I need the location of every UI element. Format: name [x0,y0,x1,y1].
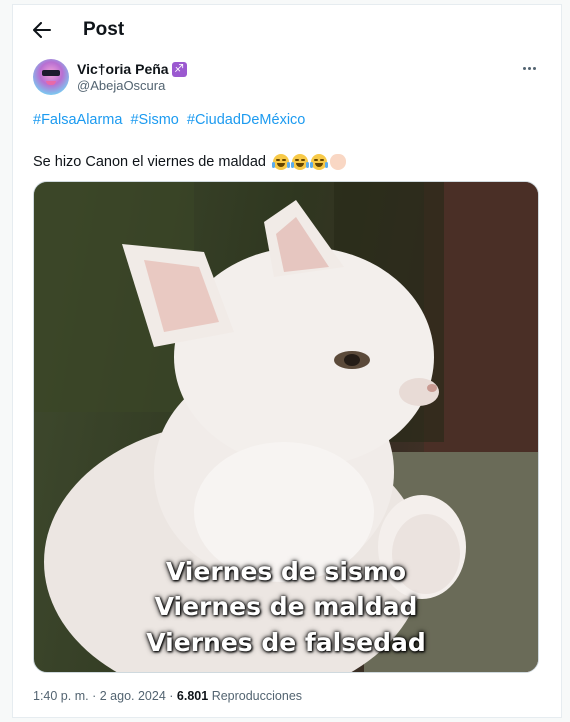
back-button[interactable] [29,17,55,43]
author-display-name[interactable]: Vic†oria Peña ♐ [77,61,187,78]
avatar-mouth [46,81,56,85]
author-name-text: Vic†oria Peña [77,61,169,77]
pinched-fingers-emoji-icon [329,154,346,170]
avatar-sunglasses [42,70,60,76]
post-meta: 1:40 p. m. · 2 ago. 2024 · 6.801 Reprodu… [33,688,302,704]
arrow-left-icon [33,22,51,38]
hashtag-link[interactable]: #FalsaAlarma [33,112,122,128]
meta-separator: · [92,689,97,703]
tears-of-joy-emoji-icon [271,154,290,170]
views-label: Reproducciones [211,689,303,703]
sagittarius-badge-icon: ♐ [171,62,187,77]
hashtag-link[interactable]: #Sismo [130,112,178,128]
meme-caption-line: Viernes de falsedad [146,628,426,657]
tears-of-joy-emoji-icon [290,154,309,170]
meme-caption-line: Viernes de sismo [165,557,407,586]
hashtag-line: #FalsaAlarma #Sismo #CiudadDeMéxico [33,110,309,130]
post-header: Post [13,5,561,55]
tweet-text: Se hizo Canon el viernes de maldad [33,152,346,172]
tweet-media-image[interactable]: Viernes de sismo Viernes de maldad Viern… [33,181,539,673]
more-dot [522,66,526,70]
views-count: 6.801 [176,689,209,703]
more-options-button[interactable] [518,60,540,76]
author-handle[interactable]: @AbejaOscura [77,78,165,94]
more-dot [532,66,536,70]
meta-separator: · [169,689,174,703]
page-title: Post [83,19,125,40]
post-date-link[interactable]: 2 ago. 2024 [100,689,166,703]
avatar[interactable] [33,59,69,95]
post-time-link[interactable]: 1:40 p. m. [33,689,89,703]
hashtag-link[interactable]: #CiudadDeMéxico [187,112,305,128]
post-frame: Post Vic†oria Peña ♐ @AbejaOscura #Falsa… [12,4,562,718]
tweet-text-body: Se hizo Canon el viernes de maldad [33,154,266,170]
more-dot [527,66,531,70]
meme-caption-line: Viernes de maldad [154,592,418,621]
tears-of-joy-emoji-icon [309,154,328,170]
